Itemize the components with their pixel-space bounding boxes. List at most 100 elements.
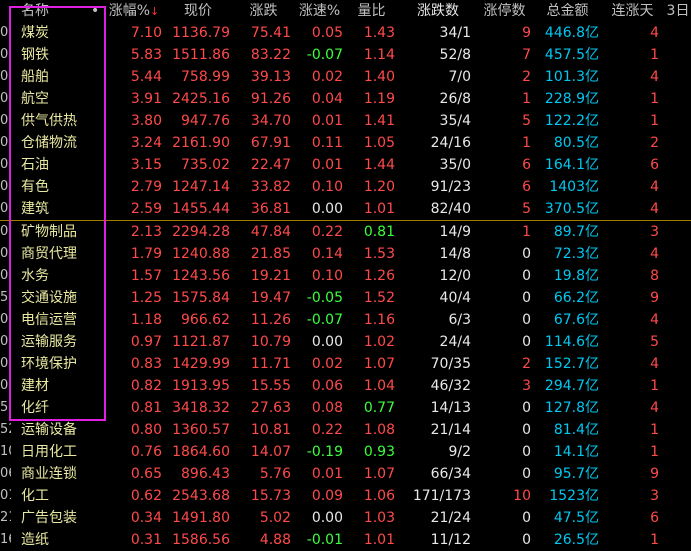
cell-days: 4 xyxy=(650,356,659,372)
cell-spd: 0.00 xyxy=(311,334,343,350)
table-row[interactable]: 01 化工 0.62 2543.68 15.73 0.09 1.06 171/173 10 152… xyxy=(0,485,691,507)
cell-name: 电信运营 xyxy=(21,312,77,328)
table-row[interactable]: 01 环境保护 0.83 1429.99 11.71 0.02 1.07 70/35 2 152.… xyxy=(0,353,691,375)
cell-amt: 294.7亿 xyxy=(544,378,599,394)
cell-amt: 26.5亿 xyxy=(553,532,599,548)
header-chg[interactable]: 涨跌 xyxy=(236,0,291,22)
table-row[interactable]: 01 运输服务 0.97 1121.87 10.79 0.00 1.02 24/4 0 114.6… xyxy=(0,331,691,353)
cell-ud: 52/8 xyxy=(439,47,471,63)
cell-pct: 2.79 xyxy=(130,179,162,195)
cell-vr: 1.20 xyxy=(363,179,395,195)
table-row[interactable]: 01 水务 1.57 1243.56 19.21 0.10 1.26 12/0 0 19.8亿 8 xyxy=(0,265,691,287)
table-row[interactable]: 06 商业连锁 0.65 896.43 5.76 0.01 1.07 66/34 0 95.7亿 9 xyxy=(0,463,691,485)
header-ud[interactable]: 涨跌数 xyxy=(405,0,471,22)
cell-spd: 0.01 xyxy=(311,466,343,482)
table-row[interactable]: 01 商贸代理 1.79 1240.88 21.85 0.14 1.53 14/8 0 72.3亿… xyxy=(0,243,691,265)
header-pct[interactable]: 涨幅%↓ xyxy=(106,0,162,22)
cell-pct: 0.65 xyxy=(130,466,162,482)
cell-spd: 0.01 xyxy=(311,157,343,173)
cell-lim: 0 xyxy=(522,510,531,526)
cell-lim: 2 xyxy=(522,69,531,85)
cell-vr: 1.02 xyxy=(363,334,395,350)
cell-spd: 0.04 xyxy=(311,91,343,107)
table-row[interactable]: 01 石油 3.15 735.02 22.47 0.01 1.44 35/0 6 164.1亿 6 xyxy=(0,154,691,176)
cell-spd: 0.10 xyxy=(311,179,343,195)
cell-name: 商业连锁 xyxy=(21,466,77,482)
cell-amt: 228.9亿 xyxy=(544,91,599,107)
cell-lim: 6 xyxy=(522,179,531,195)
cell-spd: 0.22 xyxy=(311,422,343,438)
table-row[interactable]: 01 煤炭 7.10 1136.79 75.41 0.05 1.43 34/1 9 446.8亿 4 xyxy=(0,22,691,44)
cell-ud: 11/12 xyxy=(430,532,471,548)
cell-name: 运输服务 xyxy=(21,334,77,350)
cell-vr: 1.07 xyxy=(363,356,395,372)
header-amt[interactable]: 总金额 xyxy=(536,0,599,22)
cell-idx: 21 xyxy=(0,510,11,525)
table-row[interactable]: 50 化纤 0.81 3418.32 27.63 0.08 0.77 14/13 0 127.8亿… xyxy=(0,397,691,419)
cell-vr: 1.53 xyxy=(363,246,395,262)
cell-days: 4 xyxy=(650,179,659,195)
cell-name: 建材 xyxy=(21,378,49,394)
cell-pct: 5.83 xyxy=(130,47,162,63)
cell-days: 1 xyxy=(650,47,659,63)
header-vr[interactable]: 量比 xyxy=(348,0,395,22)
cell-lim: 10 xyxy=(513,488,531,504)
cell-lim: 1 xyxy=(522,224,531,240)
cell-spd: 0.06 xyxy=(311,378,343,394)
cell-chg: 34.70 xyxy=(250,113,291,129)
header-lim[interactable]: 涨停数 xyxy=(478,0,531,22)
cell-idx: 01 xyxy=(0,113,11,128)
cell-amt: 122.2亿 xyxy=(544,113,599,129)
table-row[interactable]: 01 电信运营 1.18 966.62 11.26 -0.07 1.16 6/3 0 67.6亿 4 xyxy=(0,309,691,331)
table-row[interactable]: 21 广告包装 0.34 1491.80 5.02 0.00 1.03 21/24 0 47.5亿… xyxy=(0,507,691,529)
table-row[interactable]: 01 钢铁 5.83 1511.86 83.22 -0.07 1.14 52/8 7 457.5亿… xyxy=(0,44,691,66)
cell-lim: 3 xyxy=(522,378,531,394)
cell-idx: 01 xyxy=(0,488,11,503)
table-row[interactable]: 01 船舶 5.44 758.99 39.13 0.02 1.40 7/0 2 101.3亿 4 xyxy=(0,66,691,88)
cell-idx: 01 xyxy=(0,378,11,393)
cell-days: 3 xyxy=(650,224,659,240)
header-days[interactable]: 连涨天 xyxy=(606,0,659,22)
cell-price: 1136.79 xyxy=(172,25,230,41)
cell-lim: 6 xyxy=(522,157,531,173)
table-row[interactable]: 01 航空 3.91 2425.16 91.26 0.04 1.19 26/8 1 228.9亿 1 xyxy=(0,88,691,110)
cell-pct: 5.44 xyxy=(130,69,162,85)
cell-spd: -0.01 xyxy=(306,532,343,548)
cell-chg: 5.02 xyxy=(259,510,291,526)
table-row[interactable]: 01 供气供热 3.80 947.76 34.70 0.01 1.41 35/4 5 122.2亿… xyxy=(0,110,691,132)
table-row[interactable]: 52 运输设备 0.80 1360.57 10.81 0.22 1.08 21/14 0 81.4… xyxy=(0,419,691,441)
cell-chg: 91.26 xyxy=(250,91,291,107)
cell-ud: 24/16 xyxy=(430,135,471,151)
header-3d[interactable]: 3日 xyxy=(665,0,691,22)
cell-chg: 21.85 xyxy=(250,246,291,262)
cell-vr: 1.16 xyxy=(363,312,395,328)
header-price[interactable]: 现价 xyxy=(166,0,230,22)
cell-idx: 01 xyxy=(0,224,11,239)
cell-pct: 3.91 xyxy=(130,91,162,107)
table-row[interactable]: 10 日用化工 0.76 1864.60 14.07 -0.19 0.93 9/2 0 14.1亿… xyxy=(0,441,691,463)
cell-chg: 67.91 xyxy=(250,135,291,151)
cell-price: 1913.95 xyxy=(172,378,230,394)
cell-idx: 01 xyxy=(0,157,11,172)
table-row[interactable]: 16 造纸 0.31 1586.56 4.88 -0.01 1.01 11/12 0 26.5亿 1 xyxy=(0,529,691,551)
cell-lim: 0 xyxy=(522,312,531,328)
table-row[interactable]: 01 有色 2.79 1247.14 33.82 0.10 1.20 91/23 6 1403亿 4 xyxy=(0,176,691,198)
cell-days: 4 xyxy=(650,312,659,328)
cell-chg: 36.81 xyxy=(250,201,291,217)
cell-price: 1864.60 xyxy=(172,444,230,460)
table-row[interactable]: 01 仓储物流 3.24 2161.90 67.91 0.11 1.05 24/16 1 80.5… xyxy=(0,132,691,154)
cell-idx: 55 xyxy=(0,290,11,305)
table-row[interactable]: 01 建筑 2.59 1455.44 36.81 0.00 1.01 82/40 5 370.5亿… xyxy=(0,198,691,221)
table-row[interactable]: 55 交通设施 1.25 1575.84 19.47 -0.05 1.52 40/4 0 66.2… xyxy=(0,287,691,309)
cell-spd: -0.05 xyxy=(306,290,343,306)
cell-vr: 1.52 xyxy=(363,290,395,306)
cell-pct: 0.76 xyxy=(130,444,162,460)
cell-pct: 3.80 xyxy=(130,113,162,129)
cell-days: 1 xyxy=(650,422,659,438)
table-row[interactable]: 01 建材 0.82 1913.95 15.55 0.06 1.04 46/32 3 294.7亿… xyxy=(0,375,691,397)
cell-amt: 164.1亿 xyxy=(544,157,599,173)
cell-spd: 0.08 xyxy=(311,400,343,416)
header-spd[interactable]: 涨速% xyxy=(296,0,343,22)
table-row[interactable]: 01 矿物制品 2.13 2294.28 47.84 0.22 0.81 14/9 1 89.7亿… xyxy=(0,221,691,243)
cell-lim: 7 xyxy=(522,47,531,63)
